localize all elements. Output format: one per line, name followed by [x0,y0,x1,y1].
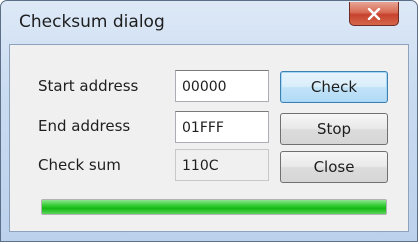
start-address-input[interactable]: 00000 [175,70,269,102]
progress-bar [41,199,387,215]
progress-fill [42,200,386,214]
end-address-label: End address [38,117,131,135]
check-button[interactable]: Check [280,71,388,103]
window-title: Checksum dialog [19,12,165,32]
title-bar[interactable]: Checksum dialog [1,1,417,43]
stop-button[interactable]: Stop [280,113,388,145]
close-icon [367,7,381,20]
check-sum-label: Check sum [38,156,121,174]
window-close-button[interactable] [349,2,399,26]
checksum-dialog-window: Checksum dialog Start address 00000 End … [0,0,418,242]
close-button[interactable]: Close [280,151,388,183]
check-sum-value: 110C [175,149,269,181]
end-address-input[interactable]: 01FFF [175,111,269,143]
start-address-label: Start address [38,77,139,95]
